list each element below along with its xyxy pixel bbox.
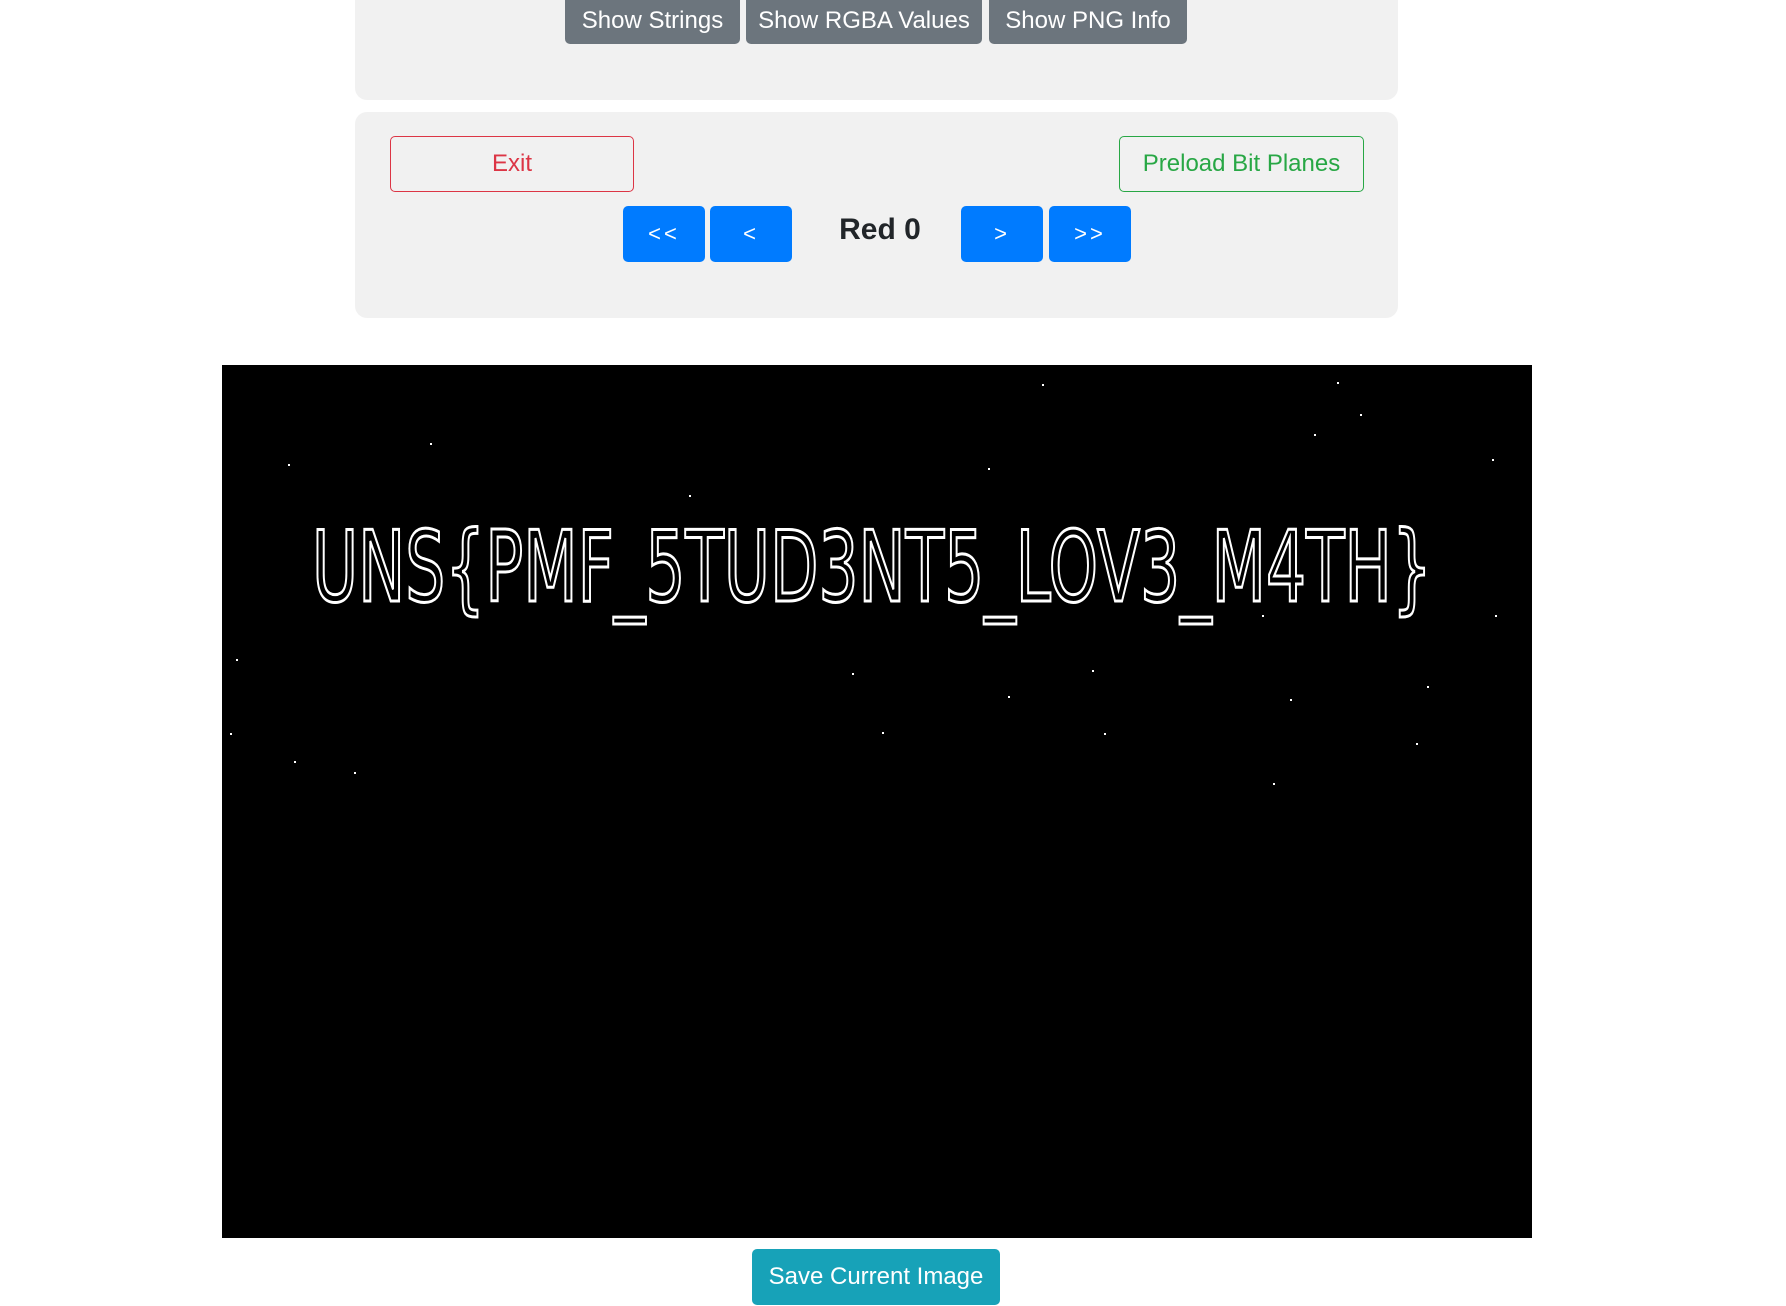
current-plane-label: Red 0 xyxy=(839,213,921,246)
show-strings-button[interactable]: Show Strings xyxy=(565,0,740,44)
bit-plane-image: UNS{PMF_5TUD3NT5_LOV3_M4TH} xyxy=(222,365,1532,1238)
preload-bit-planes-button[interactable]: Preload Bit Planes xyxy=(1119,136,1364,192)
flag-handwriting: UNS{PMF_5TUD3NT5_LOV3_M4TH} xyxy=(312,511,1432,625)
first-plane-button[interactable]: << xyxy=(623,206,705,262)
next-plane-button[interactable]: > xyxy=(961,206,1043,262)
previous-plane-button[interactable]: < xyxy=(710,206,792,262)
save-current-image-button[interactable]: Save Current Image xyxy=(752,1249,1000,1305)
show-png-info-button[interactable]: Show PNG Info xyxy=(989,0,1187,44)
last-plane-button[interactable]: >> xyxy=(1049,206,1131,262)
exit-button[interactable]: Exit xyxy=(390,136,634,192)
show-rgba-button[interactable]: Show RGBA Values xyxy=(746,0,982,44)
